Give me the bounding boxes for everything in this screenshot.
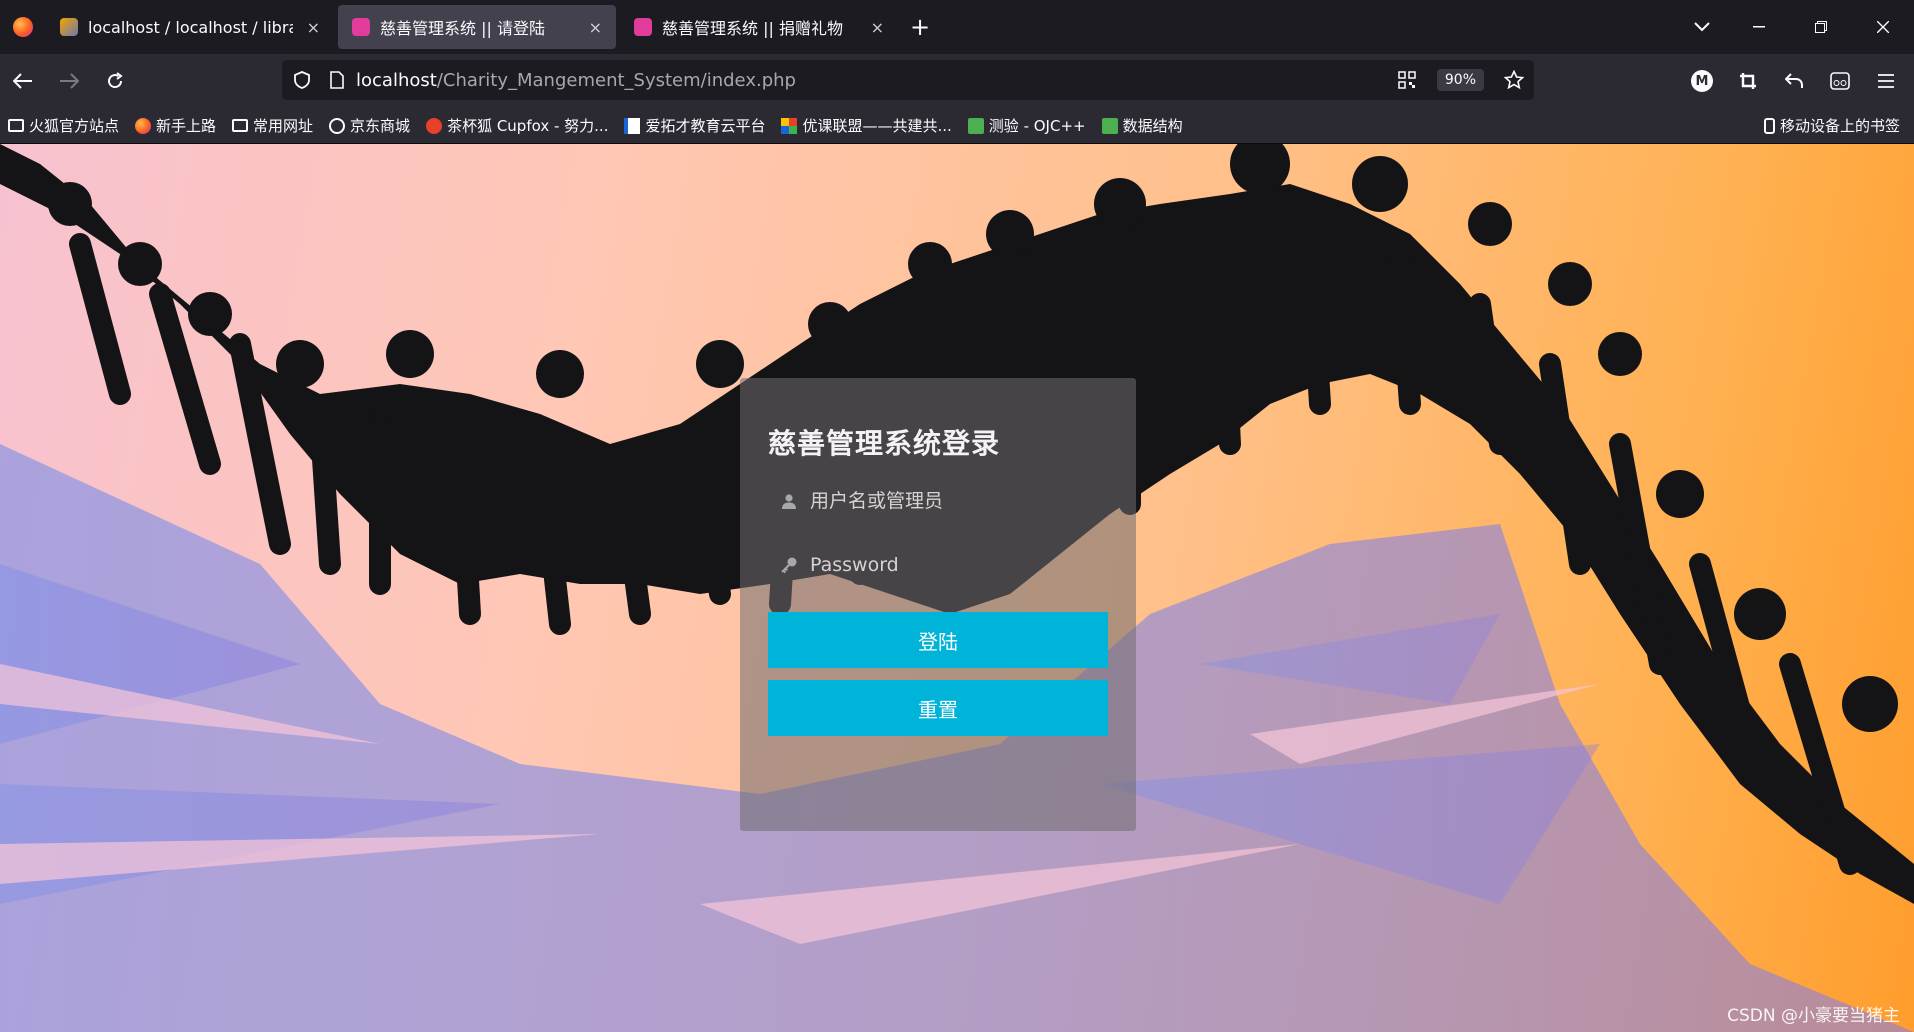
tab-login[interactable]: 慈善管理系统 || 请登陆 × bbox=[338, 5, 616, 49]
bookmark-item[interactable]: 京东商城 bbox=[329, 115, 410, 136]
hamburger-menu-icon[interactable] bbox=[1864, 59, 1908, 103]
shield-icon[interactable] bbox=[282, 60, 322, 100]
bookmark-label: 优课联盟——共建共... bbox=[802, 117, 952, 135]
bookmark-label: 常用网址 bbox=[253, 117, 314, 135]
bookmark-item[interactable]: 爱拓才教育云平台 bbox=[624, 115, 765, 136]
bookmark-star-icon[interactable] bbox=[1494, 60, 1534, 100]
site-favicon-icon bbox=[634, 18, 652, 36]
bookmark-item[interactable]: 数据结构 bbox=[1101, 115, 1183, 136]
user-icon bbox=[768, 493, 810, 509]
bookmark-label: 爱拓才教育云平台 bbox=[645, 117, 766, 135]
mobile-bookmarks[interactable]: 移动设备上的书签 bbox=[1763, 115, 1900, 136]
forward-arrow-icon[interactable] bbox=[46, 58, 92, 104]
url-bar-actions: 90% bbox=[1387, 60, 1534, 100]
tab-label: 慈善管理系统 || 请登陆 bbox=[380, 19, 545, 38]
qr-code-icon[interactable] bbox=[1387, 60, 1427, 100]
m-extension-icon[interactable]: M bbox=[1680, 59, 1724, 103]
list-all-tabs-chevron-icon[interactable] bbox=[1676, 0, 1728, 54]
reset-button[interactable]: 重置 bbox=[768, 680, 1108, 736]
tab-donate-gift[interactable]: 慈善管理系统 || 捐赠礼物 × bbox=[620, 5, 898, 49]
firefox-icon bbox=[135, 117, 152, 134]
bookmark-item[interactable]: 新手上路 bbox=[135, 115, 216, 136]
tab-label: localhost / localhost / library bbox=[88, 17, 293, 37]
password-input[interactable] bbox=[810, 554, 1108, 576]
minimize-icon[interactable] bbox=[1728, 0, 1790, 54]
phpmyadmin-icon bbox=[60, 18, 78, 36]
firefox-menu-icon[interactable] bbox=[0, 0, 46, 54]
window-controls bbox=[1676, 0, 1914, 54]
url-bar[interactable]: localhost/Charity_Mangement_System/index… bbox=[282, 60, 1534, 100]
tab-label: 慈善管理系统 || 捐赠礼物 bbox=[662, 19, 843, 38]
close-icon[interactable]: × bbox=[871, 18, 884, 37]
zoom-level-button[interactable]: 90% bbox=[1436, 69, 1484, 91]
restore-icon[interactable] bbox=[1790, 0, 1852, 54]
folder-icon bbox=[8, 119, 24, 132]
bookmark-item[interactable]: 优课联盟——共建共... bbox=[781, 115, 952, 136]
username-input[interactable] bbox=[810, 490, 1108, 512]
password-field bbox=[768, 540, 1108, 590]
key-icon bbox=[768, 556, 810, 574]
globe-icon bbox=[329, 117, 346, 134]
reload-icon[interactable] bbox=[92, 58, 138, 104]
screenshot-crop-icon[interactable] bbox=[1726, 59, 1770, 103]
bookmark-label: 测验 - OJC++ bbox=[988, 117, 1086, 135]
url-host: localhost bbox=[356, 69, 437, 91]
book-icon bbox=[1101, 117, 1118, 134]
site-favicon-icon bbox=[352, 18, 370, 36]
bookmark-label: 数据结构 bbox=[1122, 117, 1183, 135]
bookmark-item[interactable]: 茶杯狐 Cupfox - 努力... bbox=[426, 115, 608, 136]
url-path: /Charity_Mangement_System/index.php bbox=[436, 69, 796, 91]
toolbar-extensions: M bbox=[1678, 54, 1914, 108]
bookmark-item[interactable]: 火狐官方站点 bbox=[8, 115, 119, 136]
new-tab-button[interactable]: + bbox=[898, 5, 942, 49]
page-content: 慈善管理系统登录 登陆 重置 CSDN @小豪要当猪主 bbox=[0, 144, 1914, 1032]
cupfox-icon bbox=[426, 117, 443, 134]
browser-window: localhost / localhost / library × 慈善管理系统… bbox=[0, 0, 1914, 1032]
uooc-icon bbox=[781, 117, 798, 134]
bookmark-label: 移动设备上的书签 bbox=[1779, 117, 1900, 135]
close-icon[interactable]: × bbox=[589, 18, 602, 37]
tab-strip: localhost / localhost / library × 慈善管理系统… bbox=[0, 0, 1914, 54]
close-window-icon[interactable] bbox=[1852, 0, 1914, 54]
reader-glasses-icon[interactable] bbox=[1818, 59, 1862, 103]
phone-icon bbox=[1763, 117, 1775, 134]
bookmark-label: 火狐官方站点 bbox=[29, 117, 120, 135]
url-text[interactable]: localhost/Charity_Mangement_System/index… bbox=[356, 70, 796, 91]
login-button[interactable]: 登陆 bbox=[768, 612, 1108, 668]
undo-arrow-icon[interactable] bbox=[1772, 59, 1816, 103]
bookmark-label: 京东商城 bbox=[350, 117, 411, 135]
bookmark-item[interactable]: 常用网址 bbox=[232, 115, 313, 136]
navigation-toolbar: localhost/Charity_Mangement_System/index… bbox=[0, 54, 1914, 108]
login-title: 慈善管理系统登录 bbox=[768, 427, 1001, 460]
login-panel: 慈善管理系统登录 登陆 重置 bbox=[740, 378, 1136, 831]
bookmarks-toolbar: 火狐官方站点 新手上路 常用网址 京东商城 茶杯狐 Cupfox - 努力...… bbox=[0, 108, 1914, 144]
csdn-watermark: CSDN @小豪要当猪主 bbox=[1727, 1006, 1900, 1026]
page-icon[interactable] bbox=[322, 60, 352, 100]
username-field bbox=[768, 476, 1108, 526]
folder-icon bbox=[232, 119, 249, 132]
bookmark-label: 茶杯狐 Cupfox - 努力... bbox=[447, 117, 609, 135]
close-icon[interactable]: × bbox=[307, 18, 320, 37]
book-icon bbox=[967, 117, 984, 134]
bookmark-label: 新手上路 bbox=[156, 117, 217, 135]
bookmark-item[interactable]: 测验 - OJC++ bbox=[967, 115, 1086, 136]
edu-icon bbox=[624, 117, 641, 134]
tab-phpmyadmin[interactable]: localhost / localhost / library × bbox=[46, 5, 334, 49]
back-arrow-icon[interactable] bbox=[0, 58, 46, 104]
